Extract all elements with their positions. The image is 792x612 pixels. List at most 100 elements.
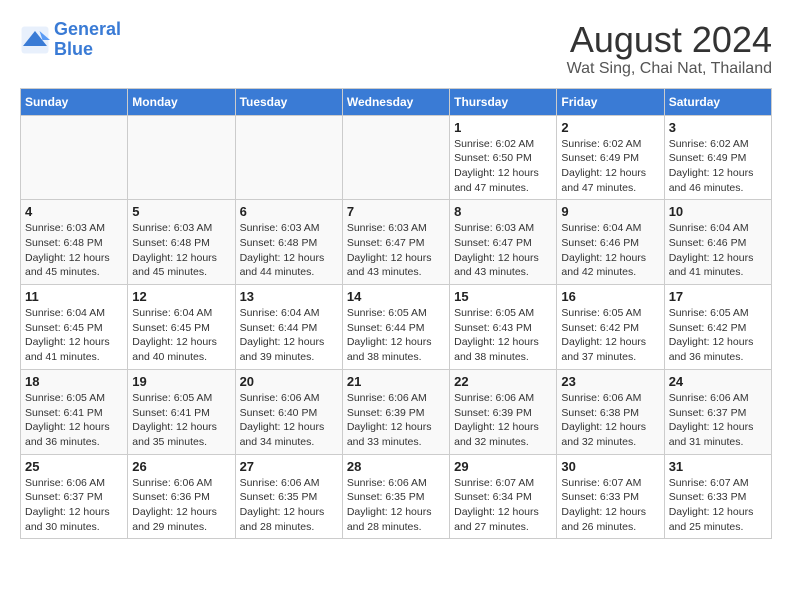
day-info: Sunrise: 6:05 AM Sunset: 6:41 PM Dayligh… bbox=[25, 391, 123, 450]
day-info: Sunrise: 6:07 AM Sunset: 6:33 PM Dayligh… bbox=[561, 476, 659, 535]
day-info: Sunrise: 6:04 AM Sunset: 6:45 PM Dayligh… bbox=[132, 306, 230, 365]
weekday-header: Monday bbox=[128, 88, 235, 115]
calendar-day-cell: 30 Sunrise: 6:07 AM Sunset: 6:33 PM Dayli… bbox=[557, 454, 664, 539]
day-info: Sunrise: 6:06 AM Sunset: 6:37 PM Dayligh… bbox=[669, 391, 767, 450]
day-number: 12 bbox=[132, 289, 230, 304]
calendar-day-cell: 20Sunrise: 6:06 AM Sunset: 6:40 PM Dayli… bbox=[235, 369, 342, 454]
day-number: 5 bbox=[132, 204, 230, 219]
day-info: Sunrise: 6:02 AM Sunset: 6:50 PM Dayligh… bbox=[454, 137, 552, 196]
calendar-day-cell: 11 Sunrise: 6:04 AM Sunset: 6:45 PM Dayli… bbox=[21, 285, 128, 370]
calendar-day-cell: 3 Sunrise: 6:02 AM Sunset: 6:49 PM Daylig… bbox=[664, 115, 771, 200]
calendar-day-cell: 26 Sunrise: 6:06 AM Sunset: 6:36 PM Dayli… bbox=[128, 454, 235, 539]
calendar-day-cell: 14 Sunrise: 6:05 AM Sunset: 6:44 PM Dayli… bbox=[342, 285, 449, 370]
day-number: 7 bbox=[347, 204, 445, 219]
day-number: 19 bbox=[132, 374, 230, 389]
day-number: 21 bbox=[347, 374, 445, 389]
day-number: 11 bbox=[25, 289, 123, 304]
day-info: Sunrise: 6:03 AM Sunset: 6:47 PM Dayligh… bbox=[347, 221, 445, 280]
calendar-body: 1 Sunrise: 6:02 AM Sunset: 6:50 PM Daylig… bbox=[21, 115, 772, 539]
calendar-day-cell: 21 Sunrise: 6:06 AM Sunset: 6:39 PM Dayli… bbox=[342, 369, 449, 454]
calendar-day-cell: 7 Sunrise: 6:03 AM Sunset: 6:47 PM Daylig… bbox=[342, 200, 449, 285]
day-number: 16 bbox=[561, 289, 659, 304]
day-number: 14 bbox=[347, 289, 445, 304]
day-number: 23 bbox=[561, 374, 659, 389]
day-info: Sunrise: 6:06 AM Sunset: 6:35 PM Dayligh… bbox=[240, 476, 338, 535]
calendar-day-cell: 9Sunrise: 6:04 AM Sunset: 6:46 PM Daylig… bbox=[557, 200, 664, 285]
day-info: Sunrise: 6:07 AM Sunset: 6:34 PM Dayligh… bbox=[454, 476, 552, 535]
day-info: Sunrise: 6:07 AM Sunset: 6:33 PM Dayligh… bbox=[669, 476, 767, 535]
logo-icon bbox=[20, 25, 50, 55]
calendar-day-cell bbox=[342, 115, 449, 200]
calendar-day-cell: 29 Sunrise: 6:07 AM Sunset: 6:34 PM Dayli… bbox=[450, 454, 557, 539]
day-number: 13 bbox=[240, 289, 338, 304]
day-number: 3 bbox=[669, 120, 767, 135]
calendar-day-cell: 13 Sunrise: 6:04 AM Sunset: 6:44 PM Dayli… bbox=[235, 285, 342, 370]
calendar-week-row: 1 Sunrise: 6:02 AM Sunset: 6:50 PM Daylig… bbox=[21, 115, 772, 200]
day-number: 28 bbox=[347, 459, 445, 474]
day-info: Sunrise: 6:02 AM Sunset: 6:49 PM Dayligh… bbox=[669, 137, 767, 196]
day-number: 30 bbox=[561, 459, 659, 474]
logo-text: General Blue bbox=[54, 20, 121, 60]
day-info: Sunrise: 6:04 AM Sunset: 6:45 PM Dayligh… bbox=[25, 306, 123, 365]
day-info: Sunrise: 6:05 AM Sunset: 6:42 PM Dayligh… bbox=[669, 306, 767, 365]
calendar-table: SundayMondayTuesdayWednesdayThursdayFrid… bbox=[20, 88, 772, 540]
calendar-day-cell: 15 Sunrise: 6:05 AM Sunset: 6:43 PM Dayli… bbox=[450, 285, 557, 370]
calendar-day-cell: 31 Sunrise: 6:07 AM Sunset: 6:33 PM Dayli… bbox=[664, 454, 771, 539]
day-number: 20 bbox=[240, 374, 338, 389]
day-number: 22 bbox=[454, 374, 552, 389]
calendar-day-cell: 2 Sunrise: 6:02 AM Sunset: 6:49 PM Daylig… bbox=[557, 115, 664, 200]
day-number: 15 bbox=[454, 289, 552, 304]
day-info: Sunrise: 6:03 AM Sunset: 6:48 PM Dayligh… bbox=[25, 221, 123, 280]
day-number: 18 bbox=[25, 374, 123, 389]
day-number: 27 bbox=[240, 459, 338, 474]
calendar-day-cell bbox=[235, 115, 342, 200]
calendar-day-cell: 5 Sunrise: 6:03 AM Sunset: 6:48 PM Daylig… bbox=[128, 200, 235, 285]
day-number: 29 bbox=[454, 459, 552, 474]
page-subtitle: Wat Sing, Chai Nat, Thailand bbox=[567, 60, 772, 78]
day-info: Sunrise: 6:05 AM Sunset: 6:42 PM Dayligh… bbox=[561, 306, 659, 365]
day-number: 26 bbox=[132, 459, 230, 474]
calendar-header-row: SundayMondayTuesdayWednesdayThursdayFrid… bbox=[21, 88, 772, 115]
day-info: Sunrise: 6:05 AM Sunset: 6:41 PM Dayligh… bbox=[132, 391, 230, 450]
day-number: 6 bbox=[240, 204, 338, 219]
page-title: August 2024 bbox=[567, 20, 772, 60]
calendar-day-cell: 16 Sunrise: 6:05 AM Sunset: 6:42 PM Dayli… bbox=[557, 285, 664, 370]
calendar-week-row: 25Sunrise: 6:06 AM Sunset: 6:37 PM Dayli… bbox=[21, 454, 772, 539]
calendar-day-cell: 25Sunrise: 6:06 AM Sunset: 6:37 PM Dayli… bbox=[21, 454, 128, 539]
day-info: Sunrise: 6:02 AM Sunset: 6:49 PM Dayligh… bbox=[561, 137, 659, 196]
title-block: August 2024 Wat Sing, Chai Nat, Thailand bbox=[567, 20, 772, 78]
day-info: Sunrise: 6:05 AM Sunset: 6:43 PM Dayligh… bbox=[454, 306, 552, 365]
calendar-week-row: 4Sunrise: 6:03 AM Sunset: 6:48 PM Daylig… bbox=[21, 200, 772, 285]
day-number: 24 bbox=[669, 374, 767, 389]
day-number: 25 bbox=[25, 459, 123, 474]
day-number: 10 bbox=[669, 204, 767, 219]
calendar-day-cell: 1 Sunrise: 6:02 AM Sunset: 6:50 PM Daylig… bbox=[450, 115, 557, 200]
logo: General Blue bbox=[20, 20, 121, 60]
calendar-day-cell bbox=[21, 115, 128, 200]
day-info: Sunrise: 6:06 AM Sunset: 6:36 PM Dayligh… bbox=[132, 476, 230, 535]
day-info: Sunrise: 6:04 AM Sunset: 6:46 PM Dayligh… bbox=[669, 221, 767, 280]
day-number: 17 bbox=[669, 289, 767, 304]
day-info: Sunrise: 6:03 AM Sunset: 6:48 PM Dayligh… bbox=[132, 221, 230, 280]
day-info: Sunrise: 6:05 AM Sunset: 6:44 PM Dayligh… bbox=[347, 306, 445, 365]
day-number: 1 bbox=[454, 120, 552, 135]
weekday-header: Friday bbox=[557, 88, 664, 115]
weekday-header: Wednesday bbox=[342, 88, 449, 115]
day-number: 8 bbox=[454, 204, 552, 219]
calendar-day-cell: 4Sunrise: 6:03 AM Sunset: 6:48 PM Daylig… bbox=[21, 200, 128, 285]
calendar-day-cell: 22 Sunrise: 6:06 AM Sunset: 6:39 PM Dayli… bbox=[450, 369, 557, 454]
day-number: 31 bbox=[669, 459, 767, 474]
day-info: Sunrise: 6:06 AM Sunset: 6:39 PM Dayligh… bbox=[454, 391, 552, 450]
calendar-day-cell bbox=[128, 115, 235, 200]
calendar-day-cell: 24 Sunrise: 6:06 AM Sunset: 6:37 PM Dayli… bbox=[664, 369, 771, 454]
day-info: Sunrise: 6:06 AM Sunset: 6:39 PM Dayligh… bbox=[347, 391, 445, 450]
calendar-day-cell: 19 Sunrise: 6:05 AM Sunset: 6:41 PM Dayli… bbox=[128, 369, 235, 454]
weekday-header: Thursday bbox=[450, 88, 557, 115]
calendar-day-cell: 23Sunrise: 6:06 AM Sunset: 6:38 PM Dayli… bbox=[557, 369, 664, 454]
calendar-day-cell: 17 Sunrise: 6:05 AM Sunset: 6:42 PM Dayli… bbox=[664, 285, 771, 370]
day-info: Sunrise: 6:03 AM Sunset: 6:47 PM Dayligh… bbox=[454, 221, 552, 280]
day-number: 2 bbox=[561, 120, 659, 135]
calendar-week-row: 18 Sunrise: 6:05 AM Sunset: 6:41 PM Dayli… bbox=[21, 369, 772, 454]
day-info: Sunrise: 6:04 AM Sunset: 6:44 PM Dayligh… bbox=[240, 306, 338, 365]
day-number: 9 bbox=[561, 204, 659, 219]
